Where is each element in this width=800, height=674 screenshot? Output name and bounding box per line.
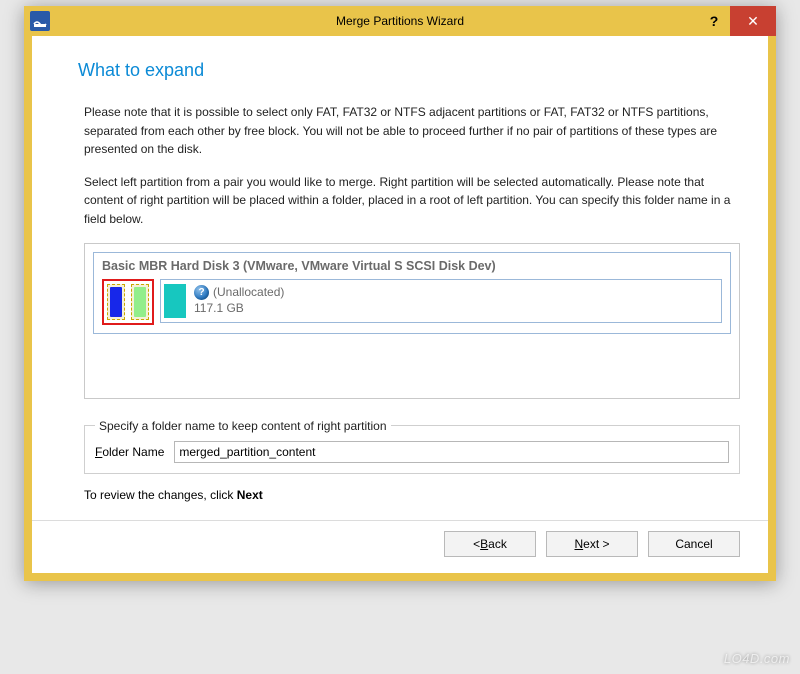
disk-selection-box[interactable]: Basic MBR Hard Disk 3 (VMware, VMware Vi… xyxy=(84,243,740,399)
partition-size: 117.1 GB xyxy=(194,301,284,317)
cancel-button[interactable]: Cancel xyxy=(648,531,740,557)
wizard-page: What to expand Please note that it is po… xyxy=(32,36,768,573)
next-button[interactable]: Next > xyxy=(546,531,638,557)
app-window: Merge Partitions Wizard ? ✕ What to expa… xyxy=(24,6,776,581)
folder-name-input[interactable] xyxy=(174,441,729,463)
question-icon: ? xyxy=(194,285,209,300)
back-button[interactable]: < Back xyxy=(444,531,536,557)
close-icon: ✕ xyxy=(747,13,759,30)
intro-paragraph-2: Select left partition from a pair you wo… xyxy=(84,173,740,229)
folder-name-label: Folder Name xyxy=(95,445,164,459)
app-icon xyxy=(30,11,50,31)
disk-title: Basic MBR Hard Disk 3 (VMware, VMware Vi… xyxy=(102,259,722,273)
partition-left[interactable] xyxy=(107,284,125,320)
wizard-buttons: < Back Next > Cancel xyxy=(60,521,740,559)
folder-name-group: Specify a folder name to keep content of… xyxy=(84,419,740,474)
partition-color-block xyxy=(164,284,186,318)
window-controls: ? ✕ xyxy=(698,6,776,36)
titlebar[interactable]: Merge Partitions Wizard ? ✕ xyxy=(24,6,776,36)
partition-unallocated[interactable]: ? (Unallocated) 117.1 GB xyxy=(160,279,722,323)
watermark: LO4D.com xyxy=(724,651,790,666)
folder-legend: Specify a folder name to keep content of… xyxy=(95,419,391,433)
close-button[interactable]: ✕ xyxy=(730,6,776,36)
selected-partition-pair[interactable] xyxy=(102,279,154,325)
review-hint: To review the changes, click Next xyxy=(84,488,740,502)
help-button[interactable]: ? xyxy=(698,6,730,36)
partition-label: (Unallocated) xyxy=(213,285,284,301)
page-title: What to expand xyxy=(78,60,740,81)
intro-paragraph-1: Please note that it is possible to selec… xyxy=(84,103,740,159)
disk-panel: Basic MBR Hard Disk 3 (VMware, VMware Vi… xyxy=(93,252,731,334)
disk-row: ? (Unallocated) 117.1 GB xyxy=(102,279,722,325)
window-title: Merge Partitions Wizard xyxy=(24,14,776,28)
partition-right[interactable] xyxy=(131,284,149,320)
window-frame: What to expand Please note that it is po… xyxy=(24,36,776,581)
